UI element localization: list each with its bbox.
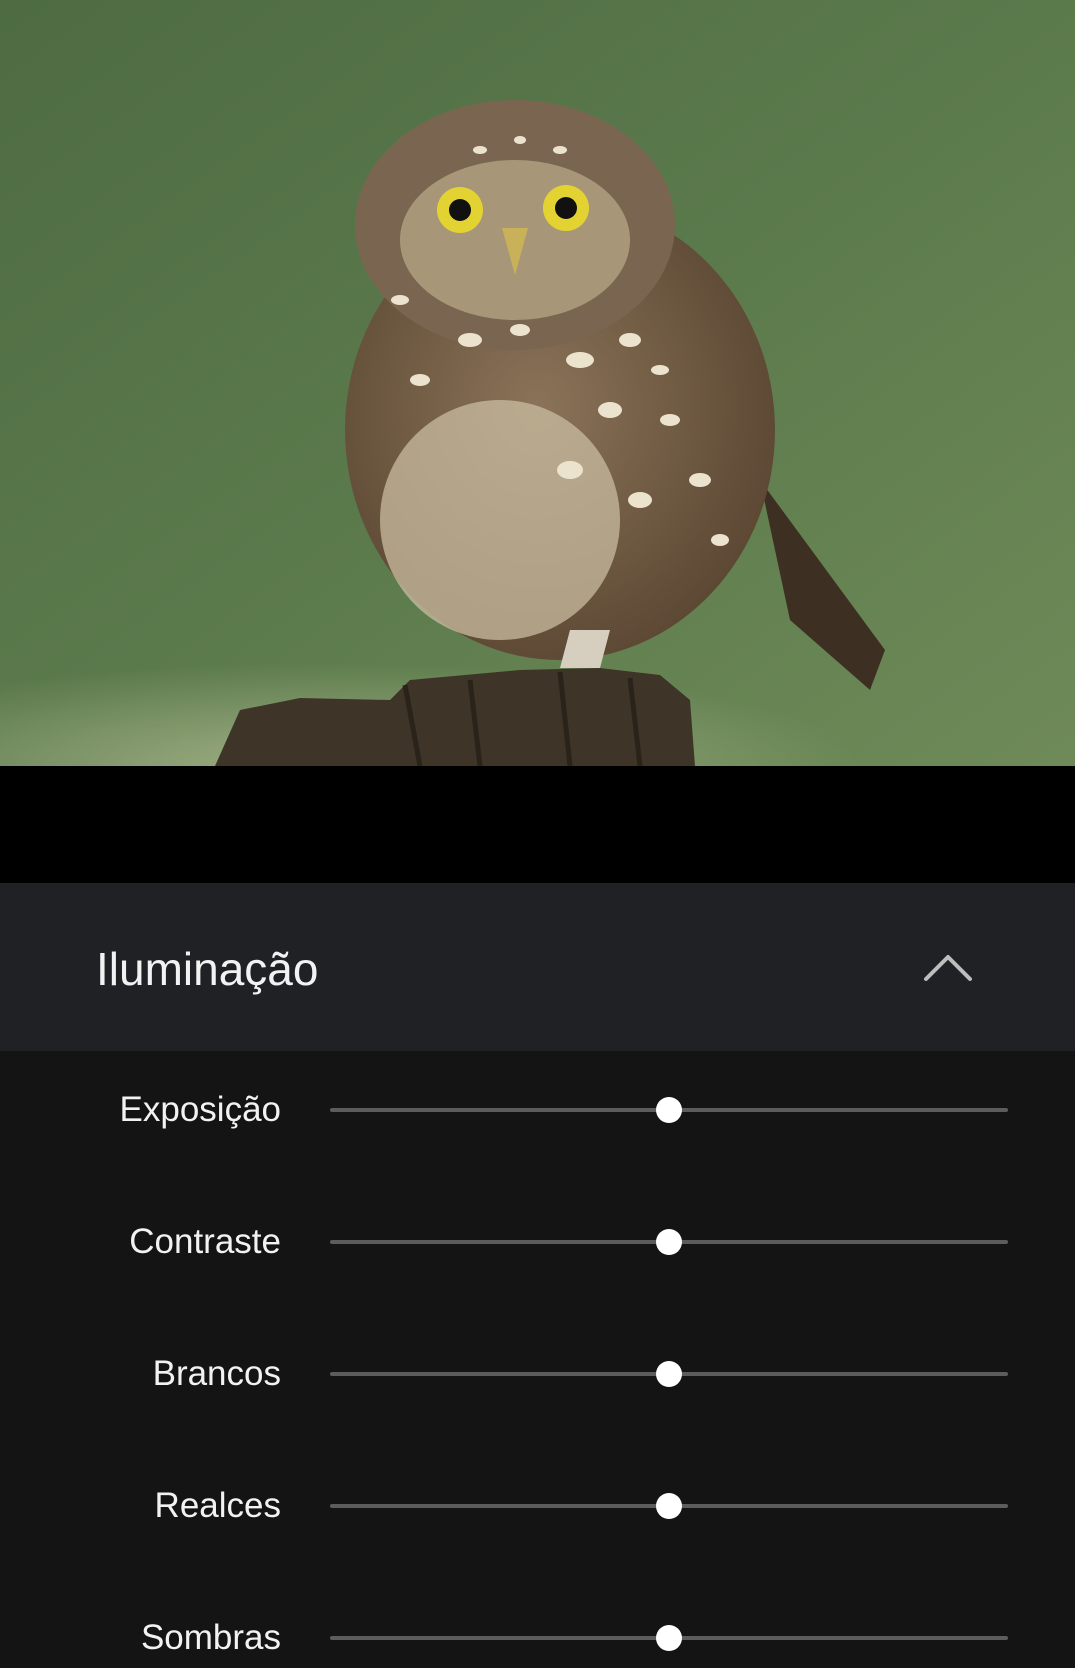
slider-row-exposure: Exposição (0, 1080, 1075, 1140)
whites-slider[interactable] (330, 1361, 1008, 1387)
slider-thumb[interactable] (656, 1229, 682, 1255)
lighting-sliders: Exposição Contraste Brancos Realces Somb… (0, 1051, 1075, 1657)
section-title: Iluminação (96, 943, 319, 995)
slider-row-whites: Brancos (0, 1344, 1075, 1404)
slider-label: Realces (154, 1486, 281, 1525)
slider-label: Contraste (129, 1222, 281, 1261)
toolbar-gap (0, 766, 1075, 883)
slider-thumb[interactable] (656, 1097, 682, 1123)
slider-label: Brancos (152, 1354, 281, 1393)
slider-row-shadows: Sombras (0, 1608, 1075, 1668)
shadows-slider[interactable] (330, 1625, 1008, 1651)
photo-preview (0, 0, 1075, 766)
collapse-button[interactable] (900, 923, 996, 1011)
slider-row-highlights: Realces (0, 1476, 1075, 1536)
chevron-up-icon (924, 955, 972, 981)
slider-label: Sombras (140, 1618, 281, 1657)
contrast-slider[interactable] (330, 1229, 1008, 1255)
slider-thumb[interactable] (656, 1625, 682, 1651)
exposure-slider[interactable] (330, 1097, 1008, 1123)
owl-photo (0, 0, 1075, 766)
highlights-slider[interactable] (330, 1493, 1008, 1519)
lighting-section-header[interactable]: Iluminação (0, 883, 1075, 1051)
slider-thumb[interactable] (656, 1361, 682, 1387)
slider-label: Exposição (119, 1090, 281, 1129)
slider-thumb[interactable] (656, 1493, 682, 1519)
slider-row-contrast: Contraste (0, 1212, 1075, 1272)
